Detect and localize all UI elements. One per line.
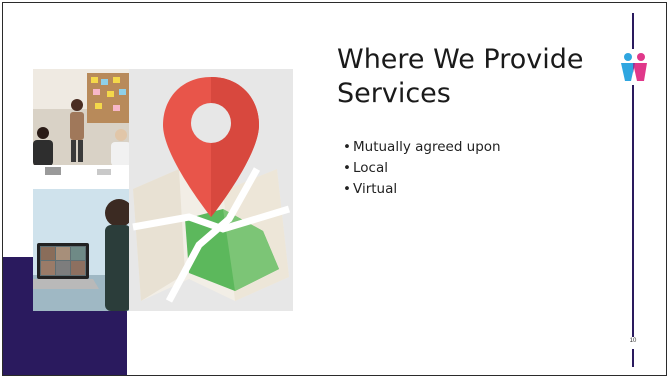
meeting-photo (33, 69, 131, 189)
people-logo-icon (617, 51, 651, 83)
slide: Where We Provide Services Mutually agree… (2, 2, 667, 376)
divider-line (632, 85, 634, 337)
divider-line (632, 349, 634, 367)
bullet-item: Local (343, 158, 501, 179)
bullet-list: Mutually agreed upon Local Virtual (343, 137, 501, 200)
video-call-photo (33, 189, 131, 311)
divider-line (632, 13, 634, 49)
slide-number: 10 (629, 338, 637, 344)
bullet-item: Virtual (343, 179, 501, 200)
map-pin-icon (129, 69, 293, 311)
bullet-item: Mutually agreed upon (343, 137, 501, 158)
slide-title: Where We Provide Services (337, 44, 584, 109)
